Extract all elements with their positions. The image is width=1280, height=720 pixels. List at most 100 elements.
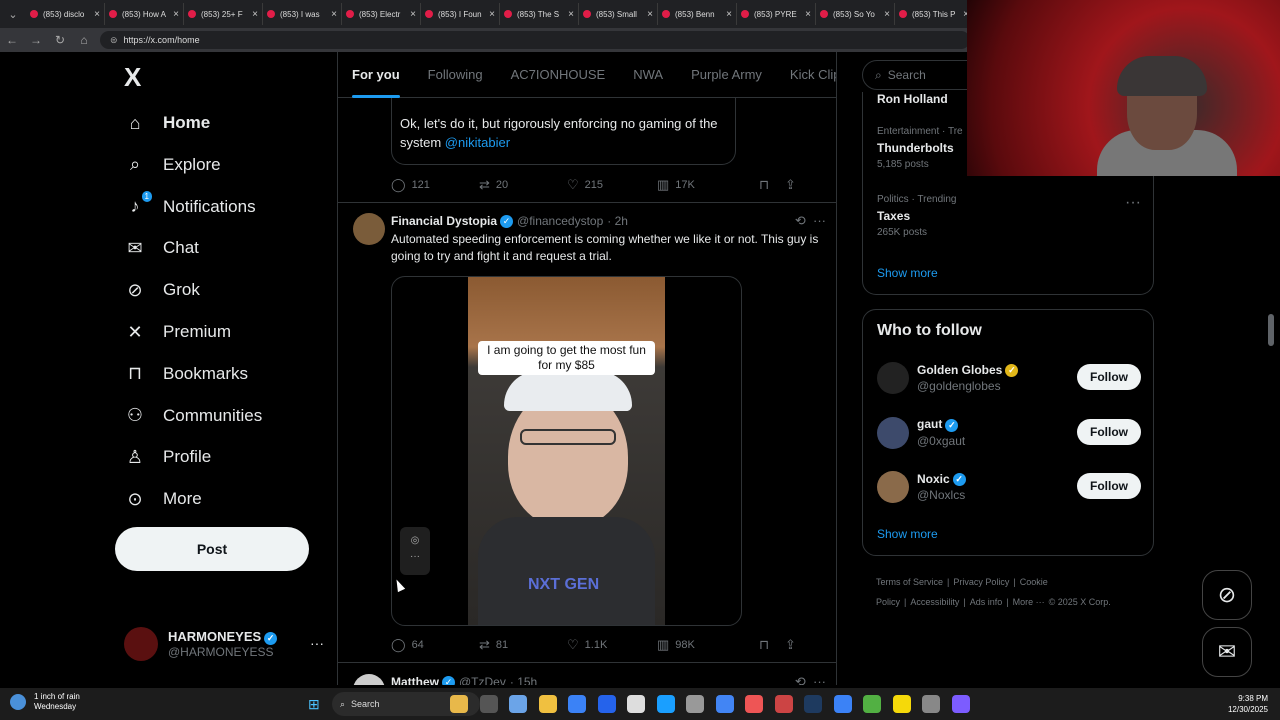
- follow-button[interactable]: Follow: [1077, 418, 1141, 445]
- repost-button[interactable]: ⇄ 20: [479, 177, 567, 193]
- avatar[interactable]: [353, 674, 385, 685]
- close-tab-icon[interactable]: ×: [489, 9, 495, 20]
- taskbar-app-icon[interactable]: [922, 695, 940, 713]
- post-button[interactable]: Post: [115, 527, 309, 571]
- sidebar-item-chat[interactable]: ✉ Chat: [124, 230, 198, 266]
- tweet-author-name[interactable]: Financial Dystopia: [391, 214, 497, 228]
- like-button[interactable]: ♡ 1.1K: [567, 637, 657, 653]
- tab-for-you[interactable]: For you: [338, 52, 414, 98]
- back-icon[interactable]: ←: [0, 33, 24, 47]
- show-more-link[interactable]: Show more: [877, 527, 938, 541]
- show-more-link[interactable]: Show more: [877, 266, 938, 280]
- sidebar-item-notifications[interactable]: ♪ 1 Notifications: [124, 189, 256, 225]
- sidebar-item-bookmarks[interactable]: ⊓ Bookmarks: [124, 356, 248, 392]
- bookmark-button[interactable]: ⊓: [759, 177, 785, 193]
- like-button[interactable]: ♡ 215: [567, 177, 657, 193]
- follow-button[interactable]: Follow: [1077, 364, 1141, 390]
- quoted-tweet[interactable]: Ok, let's do it, but rigorously enforcin…: [391, 98, 736, 165]
- forward-icon[interactable]: →: [24, 33, 48, 47]
- share-button[interactable]: ⇪: [785, 637, 802, 653]
- sidebar-item-profile[interactable]: ♙ Profile: [124, 439, 211, 475]
- views-button[interactable]: ▥ 98K: [657, 637, 759, 653]
- hide-icon[interactable]: ◎: [400, 533, 430, 549]
- reply-button[interactable]: ◯ 64: [391, 637, 479, 653]
- home-page-icon[interactable]: ⌂: [72, 33, 96, 47]
- tab-nwa[interactable]: NWA: [619, 52, 677, 98]
- reload-icon[interactable]: ↻: [48, 33, 72, 47]
- sidebar-item-grok[interactable]: ⊘ Grok: [124, 272, 199, 308]
- close-tab-icon[interactable]: ×: [410, 9, 416, 20]
- browser-tab[interactable]: (853) I was ×: [263, 3, 342, 25]
- reply-button[interactable]: ◯ 121: [391, 177, 479, 193]
- close-tab-icon[interactable]: ×: [331, 9, 337, 20]
- tab-ac7ionhouse[interactable]: AC7IONHOUSE: [497, 52, 620, 98]
- tweet-time[interactable]: · 15h: [510, 675, 537, 685]
- taskbar-app-icon[interactable]: [774, 695, 793, 713]
- taskbar-app-icon[interactable]: [745, 695, 763, 713]
- taskbar-app-icon[interactable]: [833, 695, 852, 713]
- follow-suggestion[interactable]: Golden Globes ✓ @goldenglobes Follow: [877, 361, 1141, 395]
- close-tab-icon[interactable]: ×: [884, 9, 890, 20]
- account-switcher[interactable]: HARMONEYES ✓ @HARMONEYESS ···: [124, 627, 324, 661]
- avatar[interactable]: [353, 213, 385, 245]
- video-more-icon[interactable]: ···: [400, 549, 430, 565]
- bookmark-button[interactable]: ⊓: [759, 637, 785, 653]
- close-tab-icon[interactable]: ×: [568, 9, 574, 20]
- tweet-time[interactable]: · 2h: [607, 214, 628, 228]
- mention-link[interactable]: @nikitabier: [445, 135, 510, 150]
- tweet-more-icon[interactable]: ⟲ ···: [795, 213, 826, 229]
- site-info-icon[interactable]: ⊜: [110, 35, 118, 46]
- taskbar-app-icon[interactable]: [951, 695, 970, 713]
- browser-tab[interactable]: (853) Benn ×: [658, 3, 737, 25]
- tweet-author-handle[interactable]: @TzDev: [459, 675, 506, 685]
- follow-suggestion[interactable]: gaut ✓ @0xgaut Follow: [877, 416, 1141, 450]
- url-field[interactable]: ⊜ https://x.com/home: [100, 31, 970, 49]
- browser-tab[interactable]: (853) 25+ F ×: [184, 3, 263, 25]
- footer-link[interactable]: Accessibility: [910, 597, 959, 607]
- footer-link[interactable]: Ads info: [970, 597, 1003, 607]
- tab-kick-clips[interactable]: Kick Clips: [776, 52, 836, 98]
- taskbar-app-icon[interactable]: [509, 695, 527, 713]
- sidebar-item-premium[interactable]: ✕ Premium: [124, 314, 231, 350]
- browser-tab[interactable]: (853) Electr ×: [342, 3, 421, 25]
- sidebar-item-more[interactable]: ⊙ More: [124, 481, 201, 517]
- close-tab-icon[interactable]: ×: [173, 9, 179, 20]
- taskbar-app-icon[interactable]: [715, 695, 734, 713]
- taskbar-app-icon[interactable]: [597, 695, 616, 713]
- trend-more-icon[interactable]: ···: [1125, 194, 1141, 212]
- tab-purple-army[interactable]: Purple Army: [677, 52, 776, 98]
- trend-item[interactable]: Ron Holland: [877, 92, 948, 106]
- browser-tab[interactable]: (853) I Foun ×: [421, 3, 500, 25]
- trend-item[interactable]: Entertainment · Tre Thunderbolts 5,185 p…: [877, 126, 963, 170]
- close-tab-icon[interactable]: ×: [647, 9, 653, 20]
- account-more-icon[interactable]: ···: [310, 635, 324, 651]
- browser-tab[interactable]: (853) This P×: [895, 3, 974, 25]
- share-button[interactable]: ⇪: [785, 177, 802, 193]
- footer-link[interactable]: © 2025 X Corp.: [1049, 597, 1111, 607]
- taskbar-app-icon[interactable]: [656, 695, 675, 713]
- browser-tab[interactable]: (853) The S ×: [500, 3, 579, 25]
- close-tab-icon[interactable]: ×: [726, 9, 732, 20]
- tab-search-icon[interactable]: ⌄: [0, 0, 26, 28]
- taskbar-app-icon[interactable]: [568, 695, 586, 713]
- browser-tab[interactable]: (853) How A ×: [105, 3, 184, 25]
- scrollbar[interactable]: [1268, 314, 1274, 346]
- tweet-author-handle[interactable]: @financedystop: [517, 214, 603, 228]
- tab-following[interactable]: Following: [414, 52, 497, 98]
- browser-tab[interactable]: (853) PYRE ×: [737, 3, 816, 25]
- taskbar-app-icon[interactable]: [892, 695, 911, 713]
- sidebar-item-explore[interactable]: ⌕ Explore: [124, 147, 221, 183]
- taskbar-app-icon[interactable]: [686, 695, 704, 713]
- taskbar-app-icon[interactable]: [450, 695, 468, 713]
- close-tab-icon[interactable]: ×: [94, 9, 100, 20]
- repost-button[interactable]: ⇄ 81: [479, 637, 567, 653]
- taskbar-app-icon[interactable]: [627, 695, 645, 713]
- x-logo[interactable]: X: [124, 62, 141, 93]
- weather-widget[interactable]: 1 inch of rain Wednesday: [10, 692, 80, 712]
- system-clock[interactable]: 9:38 PM 12/30/2025: [1220, 693, 1268, 715]
- tweet-video[interactable]: NXT GEN I am going to get the most fun f…: [391, 276, 742, 626]
- views-button[interactable]: ▥ 17K: [657, 177, 759, 193]
- sidebar-item-communities[interactable]: ⚇ Communities: [124, 398, 262, 434]
- video-controls[interactable]: ◎ ···: [400, 527, 430, 575]
- sidebar-item-home[interactable]: ⌂ Home: [124, 105, 211, 141]
